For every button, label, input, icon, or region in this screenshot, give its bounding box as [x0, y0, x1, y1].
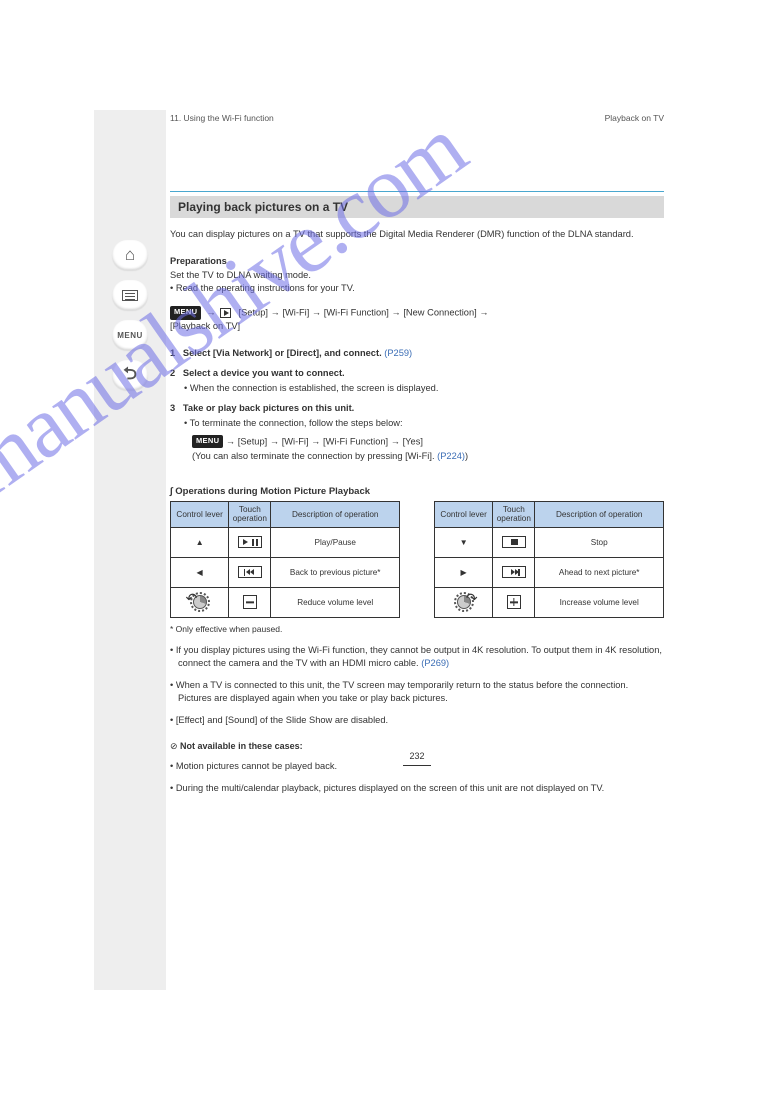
ops-tables: Control lever Touch operation Descriptio…: [170, 501, 664, 618]
asterisk-note: * Only effective when paused.: [170, 624, 664, 636]
op-desc: Stop: [535, 527, 664, 557]
menu-badge-icon: MENU: [170, 306, 201, 320]
home-icon[interactable]: [112, 240, 148, 270]
ops-table-right: Control lever Touch operation Descriptio…: [434, 501, 664, 618]
terminate-line: • To terminate the connection, follow th…: [170, 417, 664, 430]
not-available-heading: Not available in these cases:: [180, 741, 303, 751]
menu-icon[interactable]: MENU: [112, 320, 148, 350]
prep-label: Preparations: [170, 256, 227, 266]
page-ref[interactable]: (P269): [421, 658, 449, 668]
page-ref[interactable]: (P259): [384, 348, 412, 358]
lever-down-icon: ▼: [435, 527, 493, 557]
op-desc: Reduce volume level: [271, 587, 400, 617]
th-lever: Control lever: [171, 501, 229, 527]
touch-next-icon: [493, 557, 535, 587]
contents-icon[interactable]: [112, 280, 148, 310]
header-rule: [170, 191, 664, 192]
table-row: Increase volume level: [435, 587, 664, 617]
terminate-note: (You can also terminate the connection b…: [170, 450, 664, 463]
ops-table-left: Control lever Touch operation Descriptio…: [170, 501, 400, 618]
menu-badge-icon: MENU: [192, 435, 223, 449]
dial-left-icon: [171, 587, 229, 617]
touch-minus-icon: [229, 587, 271, 617]
table-row: ▶ Ahead to next picture*: [435, 557, 664, 587]
chapter-label: 11. Using the Wi-Fi function: [170, 113, 274, 123]
table-row: ▼ Stop: [435, 527, 664, 557]
play-mode-icon: [220, 308, 231, 318]
touch-playpause-icon: [229, 527, 271, 557]
page-content: 11. Using the Wi-Fi function Playback on…: [170, 110, 664, 795]
table-row: Reduce volume level: [171, 587, 400, 617]
page-number: 232: [170, 751, 664, 771]
note-3: [Effect] and [Sound] of the Slide Show a…: [170, 714, 664, 727]
note-2: When a TV is connected to this unit, the…: [170, 679, 664, 706]
table-row: ▲ Play/Pause: [171, 527, 400, 557]
lever-left-icon: ◀: [171, 557, 229, 587]
th-lever: Control lever: [435, 501, 493, 527]
prep-block: Preparations Set the TV to DLNA waiting …: [170, 255, 664, 295]
page-ref[interactable]: (P224): [437, 451, 465, 461]
section-label: Playback on TV: [605, 113, 664, 123]
back-icon[interactable]: [112, 360, 148, 390]
step-3: 3 Take or play back pictures on this uni…: [170, 402, 664, 415]
menu-path: MENU → [Setup] → [Wi-Fi] → [Wi-Fi Functi…: [170, 306, 664, 333]
terminate-path: MENU → [Setup] → [Wi-Fi] → [Wi-Fi Functi…: [170, 435, 664, 449]
step-1: 1 Select [Via Network] or [Direct], and …: [170, 347, 664, 360]
page-header: 11. Using the Wi-Fi function Playback on…: [170, 113, 664, 123]
th-touch: Touch operation: [493, 501, 535, 527]
step-2: 2 Select a device you want to connect.: [170, 367, 664, 380]
ops-title: Operations during Motion Picture Playbac…: [170, 486, 664, 497]
nav-button-group: MENU: [112, 240, 150, 390]
touch-plus-icon: [493, 587, 535, 617]
intro-text: You can display pictures on a TV that su…: [170, 228, 664, 241]
step-2-sub: • When the connection is established, th…: [170, 382, 664, 395]
section-title: Playing back pictures on a TV: [170, 196, 664, 218]
na-note-2: During the multi/calendar playback, pict…: [170, 782, 664, 795]
th-touch: Touch operation: [229, 501, 271, 527]
op-desc: Increase volume level: [535, 587, 664, 617]
table-row: ◀ Back to previous picture*: [171, 557, 400, 587]
lever-right-icon: ▶: [435, 557, 493, 587]
th-desc: Description of operation: [271, 501, 400, 527]
th-desc: Description of operation: [535, 501, 664, 527]
not-available-icon: ⊘: [170, 741, 180, 751]
lever-up-icon: ▲: [171, 527, 229, 557]
note-1: If you display pictures using the Wi-Fi …: [170, 644, 664, 671]
touch-stop-icon: [493, 527, 535, 557]
prep-text: Set the TV to DLNA waiting mode.• Read t…: [170, 270, 355, 293]
op-desc: Play/Pause: [271, 527, 400, 557]
op-desc: Ahead to next picture*: [535, 557, 664, 587]
dial-right-icon: [435, 587, 493, 617]
touch-prev-icon: [229, 557, 271, 587]
op-desc: Back to previous picture*: [271, 557, 400, 587]
